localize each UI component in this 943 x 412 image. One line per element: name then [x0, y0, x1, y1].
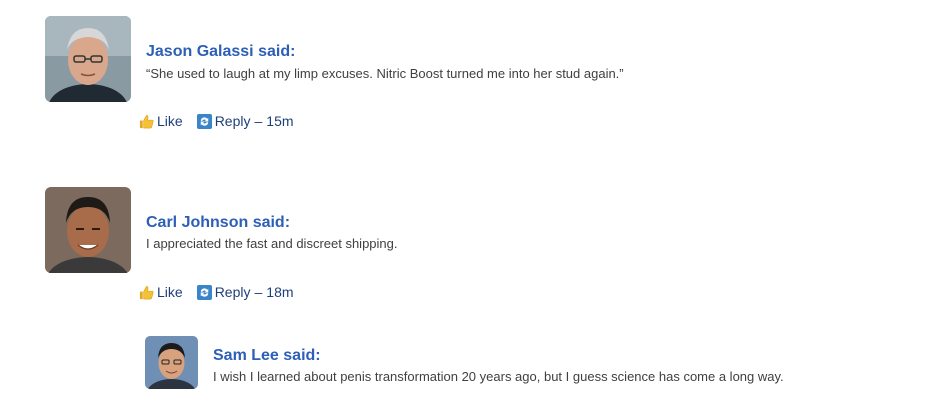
- like-label: Like: [157, 113, 183, 129]
- like-button[interactable]: Like: [139, 113, 183, 129]
- like-label: Like: [157, 284, 183, 300]
- comment-author[interactable]: Carl Johnson said:: [146, 214, 290, 232]
- avatar[interactable]: [145, 336, 198, 389]
- said-label: said:: [258, 43, 296, 60]
- author-name[interactable]: Sam Lee: [213, 347, 279, 364]
- reply-label: Reply: [214, 284, 251, 300]
- author-name[interactable]: Jason Galassi: [146, 43, 254, 60]
- author-name[interactable]: Carl Johnson: [146, 214, 248, 231]
- reply-icon: [196, 113, 212, 129]
- avatar[interactable]: [45, 187, 131, 273]
- comment-actions: Like Reply – 18m: [139, 284, 294, 300]
- comment-sam-lee: Sam Lee said: I wish I learned about pen…: [0, 320, 943, 410]
- comment-author[interactable]: Jason Galassi said:: [146, 43, 295, 61]
- reply-button[interactable]: Reply: [196, 113, 251, 129]
- comment-text: “She used to laugh at my limp excuses. N…: [146, 66, 624, 81]
- thumbs-up-icon: [139, 114, 154, 128]
- comment-text: I appreciated the fast and discreet ship…: [146, 236, 398, 251]
- reply-button[interactable]: Reply: [196, 284, 251, 300]
- comment-text: I wish I learned about penis transformat…: [213, 369, 784, 384]
- separator: –: [254, 113, 263, 129]
- said-label: said:: [283, 347, 321, 364]
- like-button[interactable]: Like: [139, 284, 183, 300]
- reply-icon: [196, 284, 212, 300]
- separator: –: [254, 284, 263, 300]
- said-label: said:: [252, 214, 291, 231]
- comment-actions: Like Reply – 15m: [139, 113, 294, 129]
- comment-author[interactable]: Sam Lee said:: [213, 347, 321, 365]
- comment-carl-johnson: Carl Johnson said: I appreciated the fas…: [0, 170, 943, 310]
- timestamp: 15m: [266, 113, 294, 129]
- timestamp: 18m: [266, 284, 294, 300]
- thumbs-up-icon: [139, 285, 154, 299]
- comment-jason-galassi: Jason Galassi said: “She used to laugh a…: [0, 0, 943, 140]
- reply-label: Reply: [214, 113, 251, 129]
- avatar[interactable]: [45, 16, 131, 102]
